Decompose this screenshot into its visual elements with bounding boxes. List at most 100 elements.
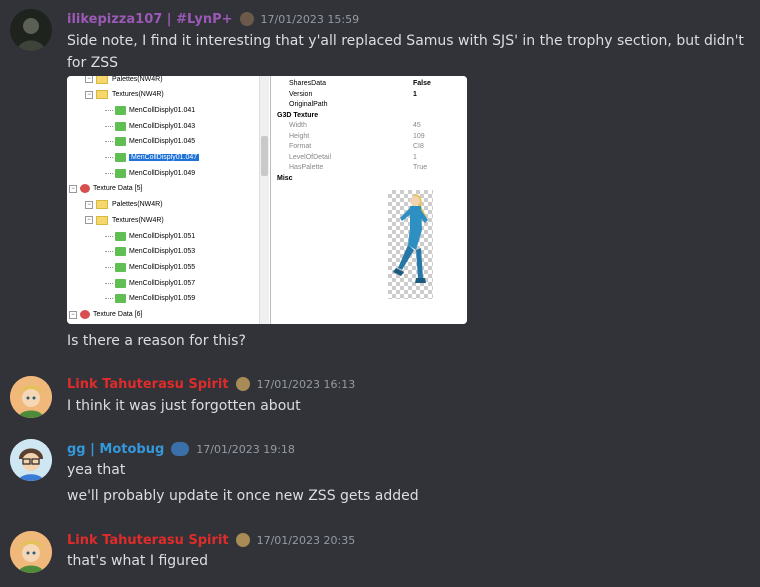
texture-icon (115, 105, 126, 115)
timestamp: 17/01/2023 19:18 (196, 442, 295, 456)
message-text: Is there a reason for this? (67, 333, 246, 349)
tree-connector (105, 235, 113, 237)
property-row: Format CI8 (271, 143, 467, 153)
tree-item[interactable]: MenCollDisply01.059 (105, 293, 195, 305)
message-text: Side note, I find it interesting that y'… (67, 33, 744, 49)
tree-item[interactable]: − Textures(NW4R) (85, 214, 164, 226)
message-header: Link Tahuterasu Spirit 17/01/2023 16:13 (67, 374, 355, 394)
texture-icon (115, 262, 126, 272)
property-key: OriginalPath (289, 101, 328, 108)
property-row: LevelOfDetail 1 (271, 154, 467, 164)
collapse-icon[interactable]: − (85, 200, 93, 209)
tree-item[interactable]: MenCollDisply01.057 (105, 277, 195, 289)
property-value[interactable]: 45 (413, 122, 421, 129)
avatar[interactable] (10, 9, 52, 51)
property-grid: SharesData False Version 1 OriginalPath G3D T… (270, 76, 467, 188)
role-icon (235, 377, 250, 391)
tree-connector (105, 109, 113, 111)
scrollbar-thumb[interactable] (261, 136, 268, 176)
folder-icon (96, 215, 108, 225)
texture-icon (115, 231, 126, 241)
property-value[interactable]: True (413, 164, 427, 171)
tree-item-label: MenCollDisply01.055 (129, 263, 196, 271)
tree-item-label: MenCollDisply01.043 (129, 122, 196, 130)
property-value[interactable]: 1 (413, 154, 417, 161)
zss-trophy-image (393, 194, 428, 283)
tree-item[interactable]: − Texture Data [6] (69, 309, 142, 321)
property-category: Misc (271, 175, 467, 185)
collapse-icon[interactable]: − (85, 216, 93, 225)
texture-icon (115, 153, 126, 162)
tree-item[interactable]: MenCollDisply01.055 (105, 261, 195, 273)
collapse-icon[interactable]: − (69, 184, 77, 193)
property-row: SharesData False (271, 80, 467, 90)
tree-scrollbar[interactable] (259, 76, 269, 324)
texture-icon (115, 121, 126, 131)
data-icon (80, 310, 90, 319)
tree-item[interactable]: − Palettes(NW4R) (85, 199, 163, 211)
tree-item[interactable]: − Texture Data [5] (69, 183, 142, 195)
message-text: that's what I figured (67, 553, 208, 569)
collapse-icon[interactable]: − (69, 310, 77, 319)
role-icon (239, 12, 254, 26)
property-row: Height 109 (271, 133, 467, 143)
username[interactable]: Link Tahuterasu Spirit (67, 377, 229, 392)
tree-connector (105, 298, 113, 300)
message-header: ilikepizza107 | #LynP+ 17/01/2023 15:59 (67, 9, 359, 29)
tree-item-label: MenCollDisply01.051 (129, 232, 196, 240)
role-icon (171, 442, 190, 456)
property-key: HasPalette (289, 164, 324, 171)
message-text: for ZSS (67, 55, 119, 71)
username[interactable]: Link Tahuterasu Spirit (67, 533, 229, 548)
property-value[interactable]: 109 (413, 133, 425, 140)
texture-icon (115, 294, 126, 304)
avatar[interactable] (10, 531, 52, 573)
tree-item[interactable]: MenCollDisply01.053 (105, 246, 195, 258)
folder-icon (96, 90, 108, 100)
tree-connector (105, 266, 113, 268)
tree-connector (105, 172, 113, 174)
property-row: Version 1 (271, 91, 467, 101)
image-attachment[interactable]: − Palettes(NW4R) − Textures(NW4R) MenCollDis… (67, 76, 467, 324)
avatar[interactable] (10, 376, 52, 418)
username[interactable]: ilikepizza107 | #LynP+ (67, 12, 233, 27)
brawlbox-tree: − Palettes(NW4R) − Textures(NW4R) MenCollDis… (67, 76, 270, 324)
tree-item-label: MenCollDisply01.045 (129, 138, 196, 146)
tree-item[interactable]: − Palettes(NW4R) (85, 76, 163, 85)
tree-item-label: MenCollDisply01.047 (129, 154, 200, 161)
property-row: Width 45 (271, 122, 467, 132)
tree-item-label: MenCollDisply01.041 (129, 106, 196, 114)
tree-item[interactable]: MenCollDisply01.045 (105, 136, 195, 148)
tree-item[interactable]: MenCollDisply01.049 (105, 167, 195, 179)
property-key: LevelOfDetail (289, 153, 332, 161)
property-key: Width (289, 122, 307, 129)
property-value[interactable]: False (413, 80, 431, 87)
tree-item-label: Palettes(NW4R) (112, 76, 163, 83)
username[interactable]: gg | Motobug (67, 442, 164, 457)
tree-connector (105, 157, 113, 158)
category-label[interactable]: G3D Texture (277, 112, 318, 119)
timestamp: 17/01/2023 20:35 (256, 533, 356, 547)
property-value[interactable]: 1 (413, 91, 417, 98)
avatar[interactable] (10, 439, 52, 481)
tree-connector (105, 125, 113, 127)
property-value[interactable]: CI8 (413, 143, 424, 150)
tree-item[interactable]: − Textures(NW4R) (85, 89, 164, 101)
tree-item-label: Texture Data [6] (93, 311, 143, 318)
property-key: SharesData (289, 80, 326, 87)
category-label[interactable]: Misc (277, 175, 293, 182)
tree-item[interactable]: MenCollDisply01.043 (105, 120, 195, 132)
tree-item-label: Textures(NW4R) (112, 91, 164, 99)
texture-icon (115, 137, 126, 147)
tree-item[interactable]: MenCollDisply01.047 (105, 152, 200, 164)
tree-item[interactable]: MenCollDisply01.041 (105, 104, 195, 116)
collapse-icon[interactable]: − (85, 90, 93, 99)
collapse-icon[interactable]: − (85, 76, 93, 83)
transparency-checkerboard (388, 190, 433, 299)
tree-item-label: MenCollDisply01.059 (129, 295, 196, 303)
tree-item[interactable]: MenCollDisply01.051 (105, 230, 195, 242)
data-icon (80, 184, 90, 194)
message-text: we'll probably update it once new ZSS ge… (67, 488, 419, 504)
texture-icon (115, 168, 126, 178)
folder-icon (96, 76, 108, 84)
